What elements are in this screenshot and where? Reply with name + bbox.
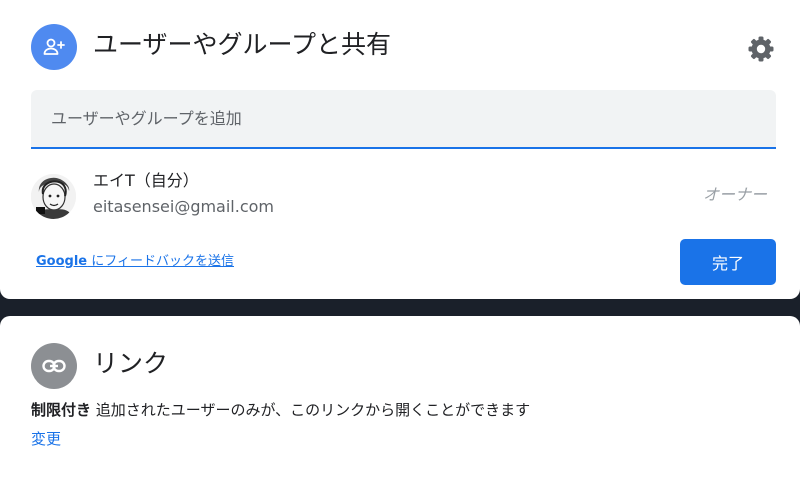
link-section-title: リンク [93, 349, 169, 378]
feedback-brand: Google [36, 254, 88, 269]
feedback-link[interactable]: Google にフィードバックを送信 [36, 253, 234, 271]
person-role: オーナー [702, 185, 767, 204]
feedback-text: にフィードバックを送信 [87, 254, 234, 269]
avatar [31, 174, 76, 219]
access-description-text: 追加されたユーザーのみが、このリンクから開くことができます [91, 401, 531, 419]
add-people-field[interactable] [31, 90, 776, 149]
gear-icon[interactable] [745, 33, 777, 65]
person-row: エイT（自分） eitasensei@gmail.com オーナー [31, 166, 776, 226]
person-name: エイT（自分） [93, 171, 199, 190]
add-people-input[interactable] [31, 90, 776, 147]
link-access-description: 制限付き 追加されたユーザーのみが、このリンクから開くことができます [31, 400, 530, 420]
dialog-title: ユーザーやグループと共有 [93, 30, 392, 59]
restricted-label: 制限付き [31, 401, 92, 419]
done-button[interactable]: 完了 [680, 239, 776, 285]
change-link[interactable]: 変更 [31, 429, 61, 449]
share-dialog: ユーザーやグループと共有 ユーザーやグループを追加 エイT（自分） eitase… [0, 0, 800, 299]
person-email: eitasensei@gmail.com [93, 197, 275, 216]
link-section: リンク 制限付き 追加されたユーザーのみが、このリンクから開くことができます 変… [0, 316, 800, 491]
link-icon [31, 343, 77, 389]
person-add-icon [31, 24, 77, 70]
